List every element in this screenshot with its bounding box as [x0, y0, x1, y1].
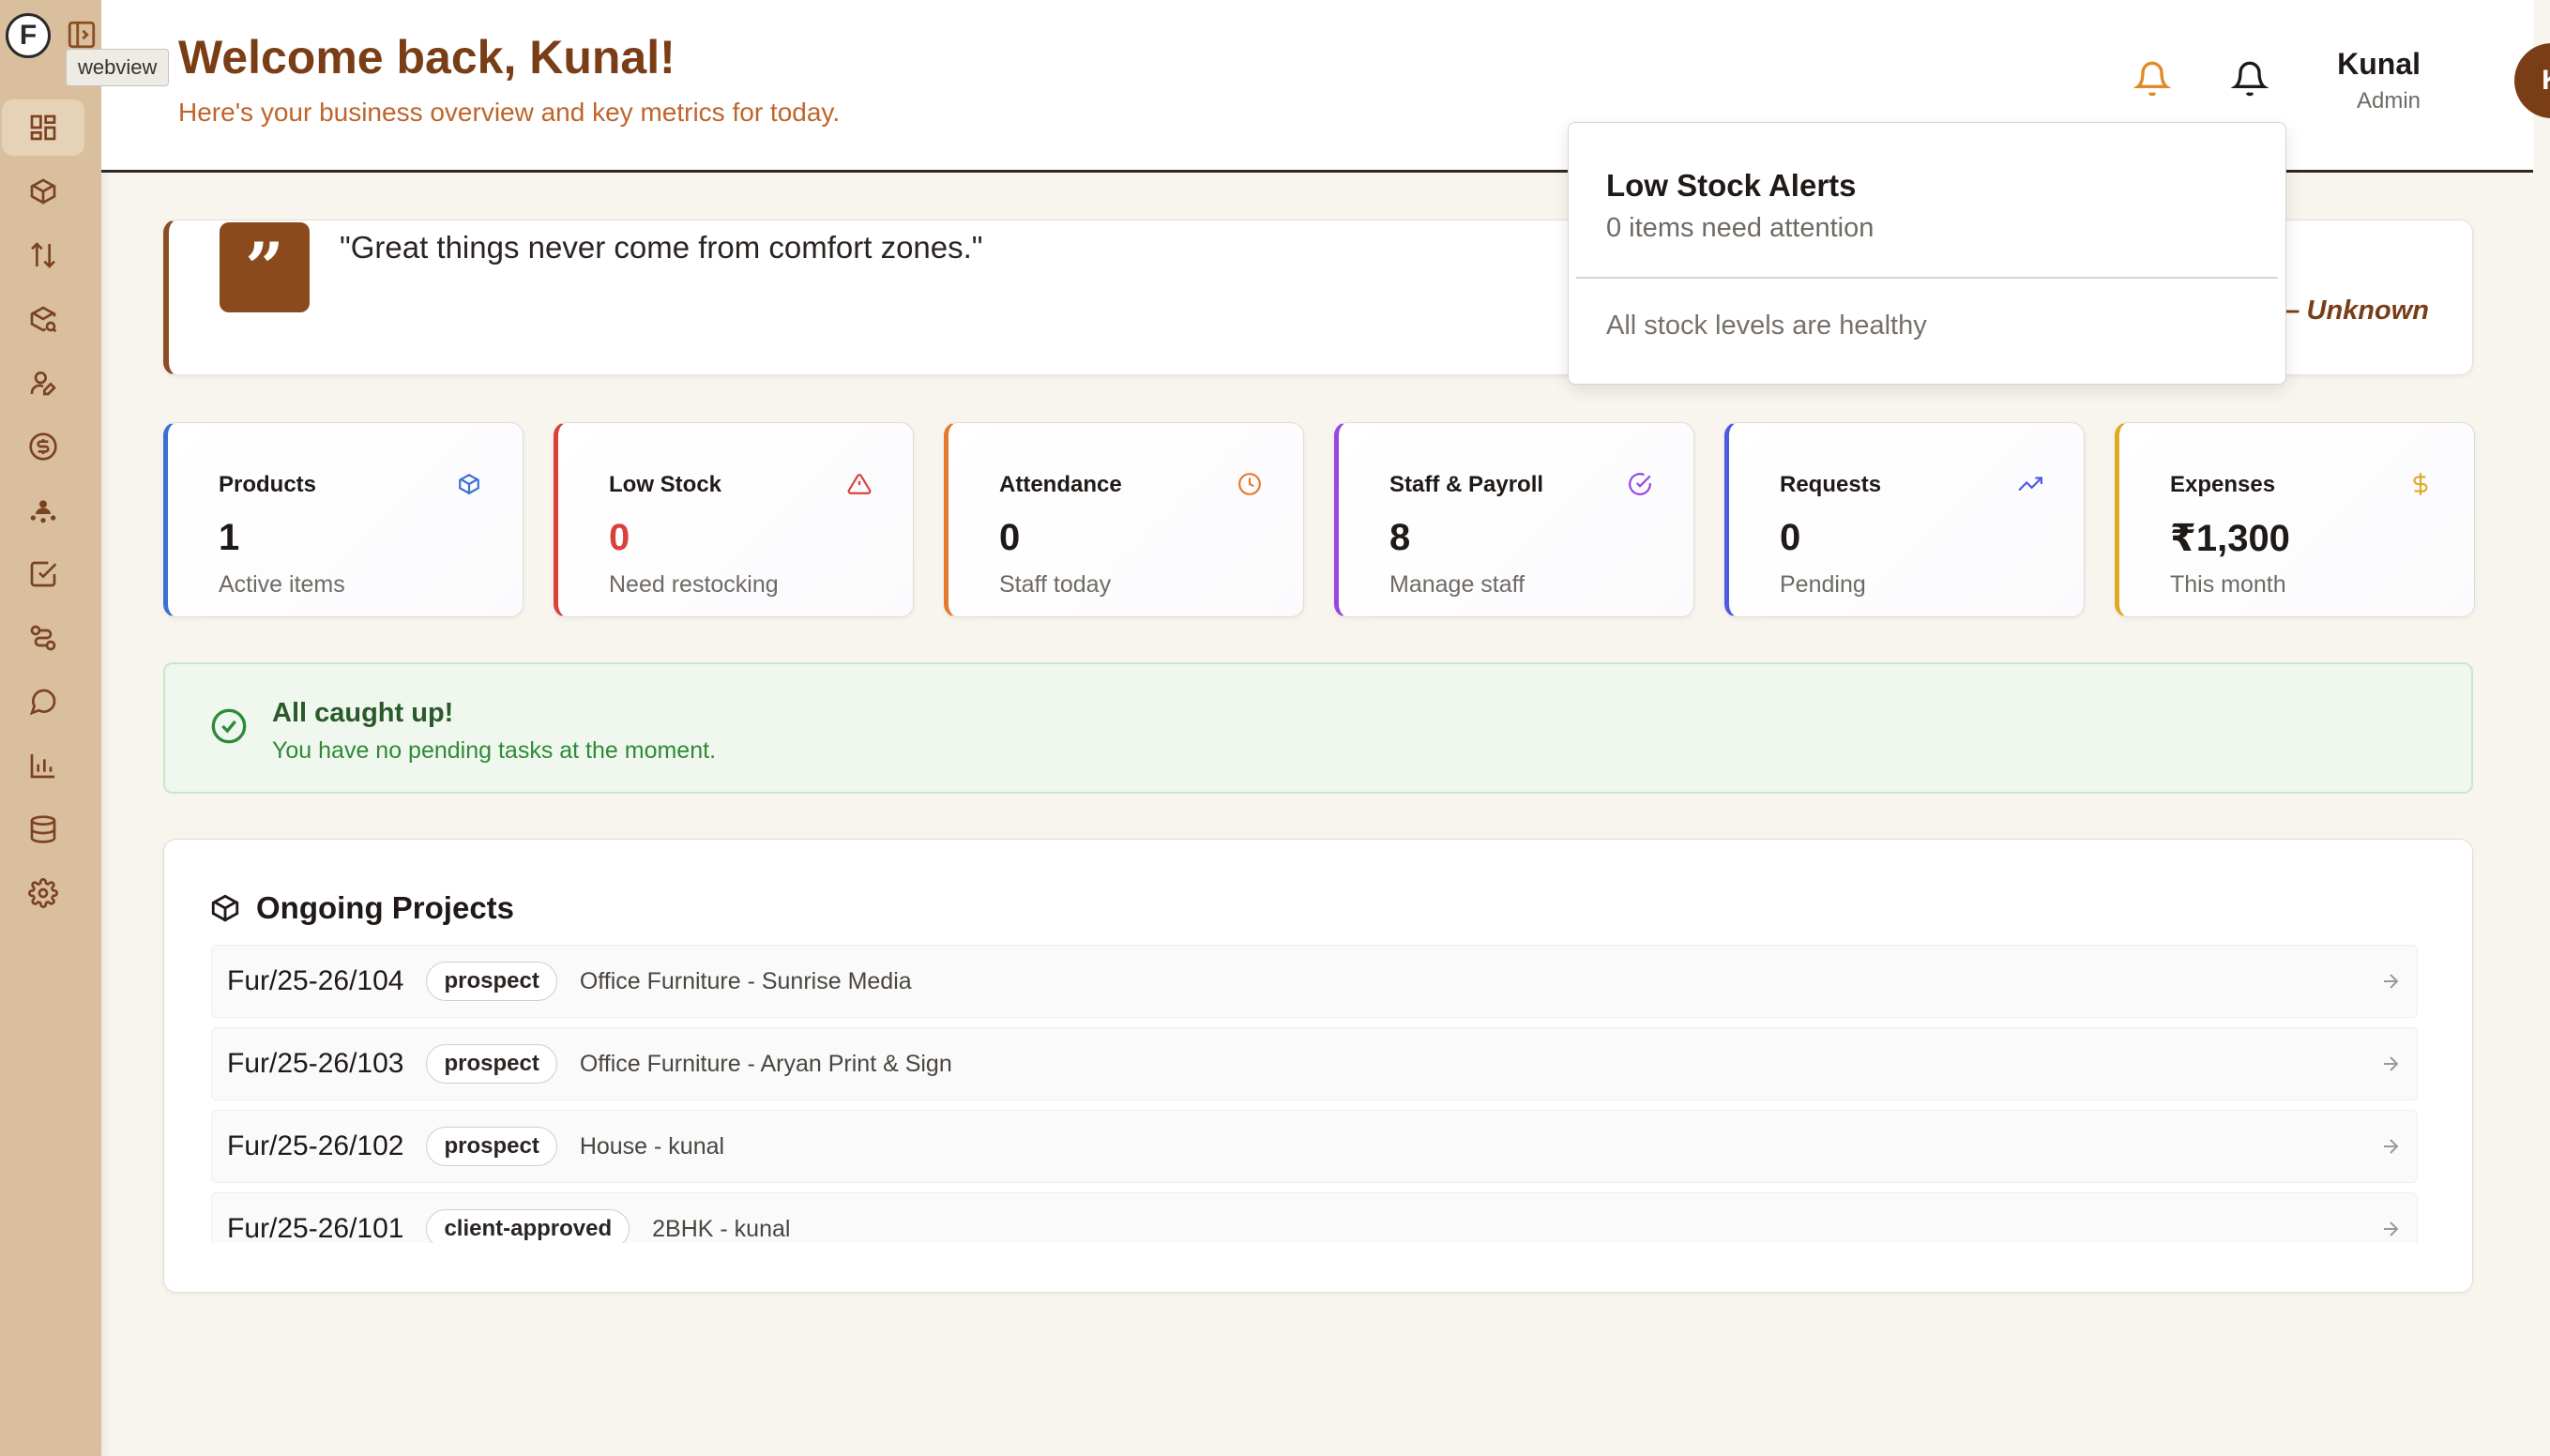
arrow-right-icon [2384, 1139, 2399, 1154]
project-row[interactable]: Fur/25-26/102 prospect House - kunal [211, 1110, 2418, 1183]
project-code: Fur/25-26/103 [227, 1048, 404, 1079]
box-icon[interactable] [2, 163, 84, 220]
low-stock-bell-icon[interactable] [2133, 60, 2172, 98]
status-badge: prospect [426, 1127, 557, 1166]
page-subtitle: Here's your business overview and key me… [178, 98, 841, 127]
project-row[interactable]: Fur/25-26/101 client-approved 2BHK - kun… [211, 1192, 2418, 1243]
project-code: Fur/25-26/102 [227, 1130, 404, 1161]
stat-card-requests[interactable]: Requests 0 Pending [1724, 422, 2085, 617]
app-logo[interactable]: F [6, 13, 51, 58]
status-badge: prospect [426, 962, 557, 1001]
cube-icon [457, 472, 481, 496]
dashboard-icon[interactable] [2, 99, 84, 156]
project-code: Fur/25-26/101 [227, 1213, 404, 1243]
stat-desc: This month [2170, 571, 2286, 598]
user-role: Admin [2356, 88, 2421, 114]
tooltip: webview [66, 49, 170, 86]
divider [1576, 277, 2278, 279]
stat-desc: Active items [219, 571, 345, 598]
quote-author: — Unknown [2271, 296, 2429, 326]
stat-desc: Manage staff [1389, 571, 1525, 598]
bar-chart-icon[interactable] [2, 737, 84, 794]
project-name: 2BHK - kunal [652, 1215, 791, 1242]
dropdown-title: Low Stock Alerts [1606, 168, 1857, 203]
project-name: House - kunal [579, 1132, 725, 1160]
sidebar: F webview [0, 0, 170, 1456]
stat-value: 1 [219, 517, 240, 558]
stat-label: Low Stock [609, 472, 722, 497]
check-circle-icon [210, 707, 248, 745]
chat-icon[interactable] [2, 674, 84, 730]
sidebar-toggle-icon[interactable] [66, 19, 98, 51]
avatar[interactable]: K [2514, 43, 2550, 118]
stat-desc: Need restocking [609, 571, 779, 598]
dollar-circle-icon[interactable] [2, 418, 84, 475]
status-badge: client-approved [426, 1209, 630, 1243]
caught-up-title: All caught up! [272, 698, 454, 728]
status-badge: prospect [426, 1044, 557, 1084]
stat-desc: Staff today [999, 571, 1112, 598]
package-search-icon[interactable] [2, 291, 84, 347]
stat-value: 8 [1389, 517, 1411, 558]
dollar-icon [2408, 472, 2433, 496]
stat-value: ₹1,300 [2170, 518, 2290, 559]
project-name: Office Furniture - Aryan Print & Sign [579, 1050, 952, 1077]
stat-card-attendance[interactable]: Attendance 0 Staff today [944, 422, 1304, 617]
box-icon [209, 892, 241, 924]
check-circle-icon [1628, 472, 1652, 496]
arrow-right-icon [2384, 1056, 2399, 1071]
user-network-icon[interactable] [2, 482, 84, 538]
stat-label: Expenses [2170, 472, 2276, 497]
dropdown-subtitle: 0 items need attention [1606, 213, 1875, 243]
page-title: Welcome back, Kunal! [178, 31, 675, 83]
user-name[interactable]: Kunal [2308, 47, 2421, 82]
stat-value: 0 [1780, 517, 1801, 558]
quote-text: "Great things never come from comfort zo… [340, 230, 983, 265]
notification-bell-icon[interactable] [2230, 60, 2269, 98]
stat-card-staff-payroll[interactable]: Staff & Payroll 8 Manage staff [1334, 422, 1694, 617]
section-title: Ongoing Projects [256, 890, 515, 925]
stat-label: Staff & Payroll [1389, 472, 1544, 497]
project-row[interactable]: Fur/25-26/104 prospect Office Furniture … [211, 945, 2418, 1018]
warning-icon [847, 472, 872, 496]
stat-value: 0 [609, 517, 630, 558]
dropdown-empty-message: All stock levels are healthy [1606, 311, 1927, 341]
project-row[interactable]: Fur/25-26/103 prospect Office Furniture … [211, 1027, 2418, 1100]
stat-card-low-stock[interactable]: Low Stock 0 Need restocking [554, 422, 914, 617]
stat-card-products[interactable]: Products 1 Active items [163, 422, 524, 617]
stat-label: Products [219, 472, 317, 497]
stat-card-expenses[interactable]: Expenses ₹1,300 This month [2115, 422, 2475, 617]
clock-icon [1237, 472, 1262, 496]
caught-up-subtitle: You have no pending tasks at the moment. [272, 737, 717, 764]
route-icon[interactable] [2, 610, 84, 666]
arrows-updown-icon[interactable] [2, 227, 84, 283]
project-list: Fur/25-26/104 prospect Office Furniture … [211, 945, 2418, 1243]
arrow-right-icon [2384, 974, 2399, 989]
stat-label: Attendance [999, 472, 1122, 497]
project-name: Office Furniture - Sunrise Media [579, 967, 912, 994]
trending-up-icon [2018, 472, 2042, 496]
settings-icon[interactable] [2, 865, 84, 921]
stat-desc: Pending [1780, 571, 1866, 598]
project-code: Fur/25-26/104 [227, 965, 404, 996]
arrow-right-icon [2384, 1221, 2399, 1236]
ongoing-projects-card: Ongoing Projects Fur/25-26/104 prospect … [163, 839, 2473, 1293]
database-icon[interactable] [2, 801, 84, 857]
stat-label: Requests [1780, 472, 1882, 497]
user-edit-icon[interactable] [2, 355, 84, 411]
stat-value: 0 [999, 517, 1021, 558]
checkbox-icon[interactable] [2, 546, 84, 602]
quote-icon: ” [220, 222, 310, 312]
low-stock-dropdown: Low Stock Alerts 0 items need attention … [1568, 122, 2286, 385]
caught-up-banner: All caught up! You have no pending tasks… [163, 662, 2473, 794]
